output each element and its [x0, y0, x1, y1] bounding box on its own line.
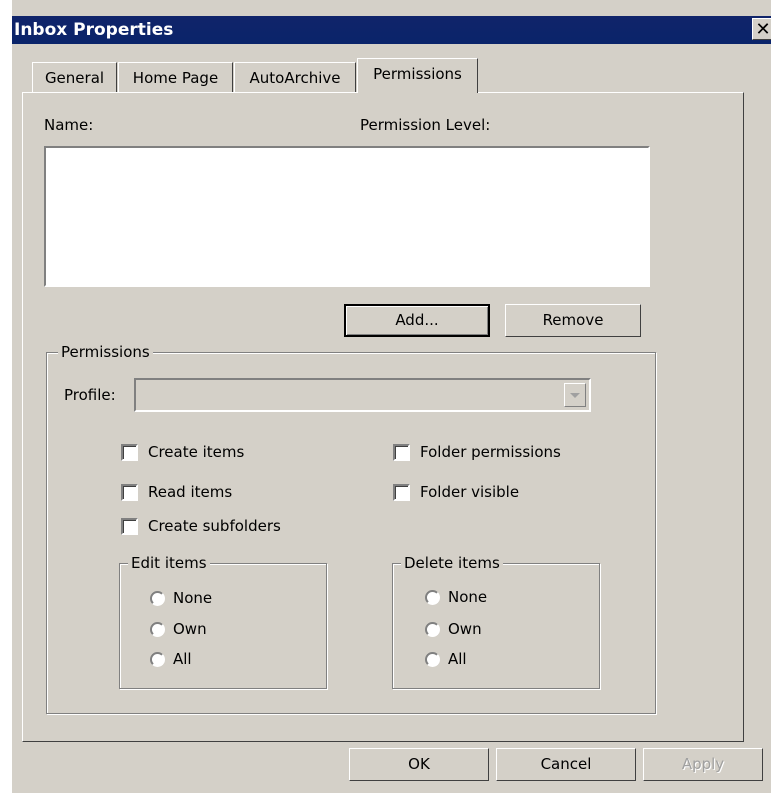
- create-subfolders-label: Create subfolders: [148, 517, 281, 535]
- edit-items-all-radio[interactable]: [150, 651, 165, 667]
- tab-permissions[interactable]: Permissions: [357, 58, 478, 93]
- delete-items-own-radio[interactable]: [425, 621, 440, 637]
- folder-visible-checkbox-row[interactable]: Folder visible: [393, 483, 519, 501]
- folder-permissions-checkbox[interactable]: [393, 443, 410, 461]
- close-button[interactable]: ✕: [752, 18, 771, 40]
- folder-permissions-label: Folder permissions: [420, 443, 561, 461]
- edit-items-none-radio[interactable]: [150, 590, 165, 606]
- delete-items-all-row[interactable]: All: [425, 650, 467, 668]
- name-column-header: Name:: [44, 116, 94, 134]
- permissions-group-title: Permissions: [58, 343, 153, 361]
- permission-level-column-header: Permission Level:: [360, 116, 491, 134]
- create-items-checkbox[interactable]: [121, 443, 138, 461]
- delete-items-group: [392, 563, 600, 689]
- read-items-checkbox-row[interactable]: Read items: [121, 483, 232, 501]
- apply-button[interactable]: Apply: [643, 748, 763, 781]
- add-button[interactable]: Add...: [344, 304, 490, 337]
- remove-button[interactable]: Remove: [505, 304, 641, 337]
- delete-items-none-row[interactable]: None: [425, 588, 487, 606]
- delete-items-none-radio[interactable]: [425, 589, 440, 605]
- profile-dropdown[interactable]: [134, 378, 591, 412]
- tab-autoarchive[interactable]: AutoArchive: [234, 62, 356, 93]
- edit-items-own-radio[interactable]: [150, 621, 165, 637]
- read-items-label: Read items: [148, 483, 233, 501]
- window-title: Inbox Properties: [14, 20, 174, 40]
- delete-items-group-title: Delete items: [401, 554, 503, 572]
- edit-items-none-label: None: [173, 589, 213, 607]
- delete-items-own-row[interactable]: Own: [425, 620, 482, 638]
- edit-items-none-row[interactable]: None: [150, 589, 212, 607]
- chevron-down-icon[interactable]: [564, 383, 586, 407]
- create-subfolders-checkbox-row[interactable]: Create subfolders: [121, 517, 281, 535]
- delete-items-own-label: Own: [448, 620, 482, 638]
- create-subfolders-checkbox[interactable]: [121, 517, 138, 535]
- create-items-label: Create items: [148, 443, 245, 461]
- folder-permissions-checkbox-row[interactable]: Folder permissions: [393, 443, 561, 461]
- permissions-list[interactable]: [44, 146, 650, 287]
- delete-items-none-label: None: [448, 588, 488, 606]
- create-items-checkbox-row[interactable]: Create items: [121, 443, 244, 461]
- tab-home-page[interactable]: Home Page: [118, 62, 233, 93]
- folder-visible-checkbox[interactable]: [393, 483, 410, 501]
- edit-items-all-label: All: [173, 650, 192, 668]
- folder-visible-label: Folder visible: [420, 483, 520, 501]
- edit-items-group-title: Edit items: [128, 554, 210, 572]
- cancel-button[interactable]: Cancel: [496, 748, 636, 781]
- ok-button[interactable]: OK: [349, 748, 489, 781]
- edit-items-own-row[interactable]: Own: [150, 620, 207, 638]
- delete-items-all-label: All: [448, 650, 467, 668]
- edit-items-own-label: Own: [173, 620, 207, 638]
- delete-items-all-radio[interactable]: [425, 651, 440, 667]
- edit-items-all-row[interactable]: All: [150, 650, 192, 668]
- tab-general[interactable]: General: [32, 62, 117, 93]
- read-items-checkbox[interactable]: [121, 483, 138, 501]
- profile-label: Profile:: [64, 386, 116, 404]
